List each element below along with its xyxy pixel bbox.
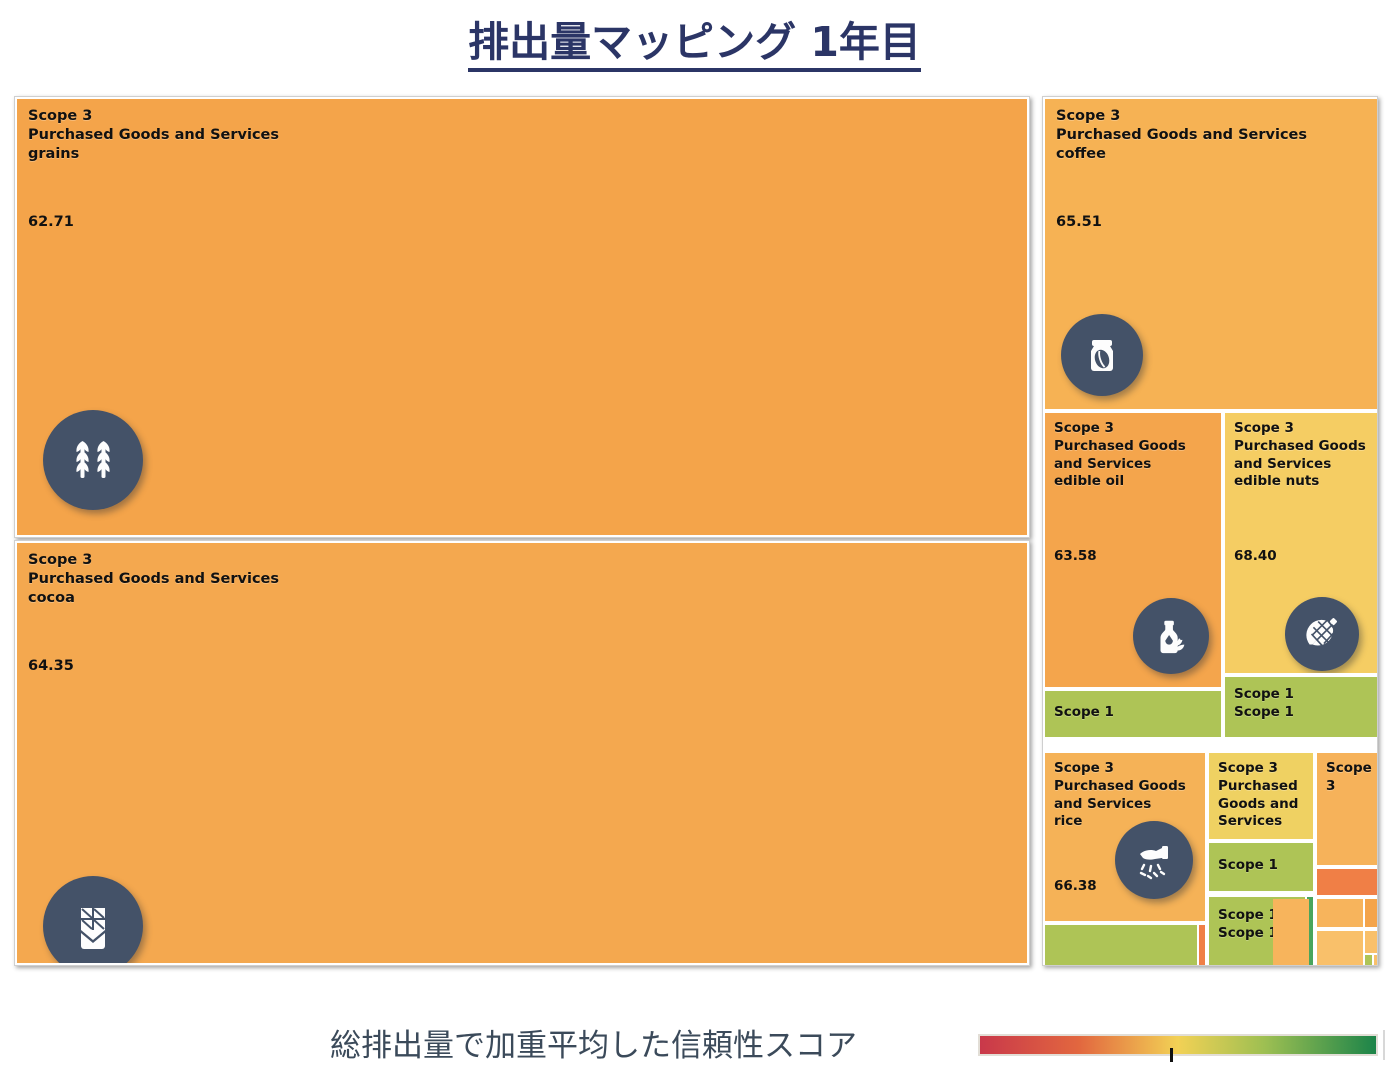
cell-label-scope1-pair: Scope 1 Scope 1 — [1218, 907, 1278, 941]
cell-label-edible-nuts: Scope 3 Purchased Goods and Services edi… — [1234, 420, 1366, 490]
treemap-left-panel: Scope 3 Purchased Goods and Services gra… — [14, 96, 1030, 538]
treemap-cell-coffee[interactable]: Scope 3 Purchased Goods and Services cof… — [1045, 99, 1377, 409]
cell-label-rice: Scope 3 Purchased Goods and Services ric… — [1054, 760, 1186, 830]
cell-label-scope1-nuts: Scope 1 Scope 1 — [1234, 686, 1294, 720]
cell-label-scope3-small: Scope 3 — [1326, 760, 1372, 794]
treemap-cell-sliver-rice[interactable] — [1199, 925, 1205, 965]
treemap-cell-scope3-small[interactable]: Scope 3 — [1317, 753, 1377, 865]
colorbar-edge — [1383, 1030, 1385, 1060]
treemap-left-panel-lower: Scope 3 Purchased Goods and Services coc… — [14, 540, 1030, 966]
treemap-cell-pgs-misc[interactable]: Scope 3 Purchased Goods and Services — [1209, 753, 1313, 839]
treemap-cell-micro-4[interactable] — [1365, 931, 1377, 953]
cell-value-grains: 62.71 — [28, 214, 74, 230]
coffee-jar-icon — [1061, 314, 1143, 396]
treemap-cell-micro-5[interactable] — [1365, 955, 1372, 965]
cell-label-scope1-oil: Scope 1 — [1054, 704, 1114, 720]
treemap-cell-edible-nuts[interactable]: Scope 3 Purchased Goods and Services edi… — [1225, 413, 1377, 673]
treemap-cell-scope1-oil[interactable]: Scope 1 — [1045, 691, 1221, 737]
treemap-cell-micro-7[interactable] — [1273, 899, 1309, 965]
legend-label: 総排出量で加重平均した信頼性スコア — [330, 1028, 857, 1064]
colorbar-gradient — [978, 1034, 1378, 1056]
treemap-cell-grains[interactable]: Scope 3 Purchased Goods and Services gra… — [17, 99, 1027, 535]
colorbar — [978, 1030, 1385, 1062]
cell-label-grains: Scope 3 Purchased Goods and Services gra… — [28, 108, 280, 163]
treemap-chart: Scope 3 Purchased Goods and Services gra… — [0, 92, 1389, 982]
wheat-icon — [43, 410, 143, 510]
treemap-cell-micro-6[interactable] — [1374, 955, 1377, 965]
treemap-cell-rice[interactable]: Scope 3 Purchased Goods and Services ric… — [1045, 753, 1205, 921]
page-title: 排出量マッピング 1年目 — [0, 8, 1389, 72]
treemap-cell-micro-1[interactable] — [1317, 899, 1363, 927]
cell-value-edible-oil: 63.58 — [1054, 548, 1097, 564]
treemap-cell-edible-oil[interactable]: Scope 3 Purchased Goods and Services edi… — [1045, 413, 1221, 687]
acorn-icon — [1285, 597, 1359, 671]
cell-value-edible-nuts: 68.40 — [1234, 548, 1277, 564]
treemap-cell-micro-3[interactable] — [1317, 931, 1363, 965]
treemap-cell-micro-2[interactable] — [1365, 899, 1377, 927]
cell-value-rice: 66.38 — [1054, 878, 1097, 894]
treemap-cell-scope1-mid[interactable]: Scope 1 — [1209, 843, 1313, 891]
treemap-cell-scope1-rice[interactable] — [1045, 925, 1197, 965]
cell-value-coffee: 65.51 — [1056, 214, 1102, 230]
oil-bottle-icon — [1133, 598, 1209, 674]
treemap-cell-scope1-nuts[interactable]: Scope 1 Scope 1 — [1225, 677, 1377, 737]
chocolate-bar-icon — [43, 876, 143, 963]
cell-value-cocoa: 64.35 — [28, 658, 74, 674]
cell-label-cocoa: Scope 3 Purchased Goods and Services coc… — [28, 552, 280, 607]
cell-label-pgs-misc: Scope 3 Purchased Goods and Services — [1218, 760, 1299, 830]
page-title-text: 排出量マッピング 1年目 — [468, 18, 921, 72]
cell-label-coffee: Scope 3 Purchased Goods and Services cof… — [1056, 108, 1308, 163]
cell-label-scope1-mid: Scope 1 — [1218, 857, 1278, 873]
treemap-cell-orange-small[interactable] — [1317, 869, 1377, 895]
cell-label-edible-oil: Scope 3 Purchased Goods and Services edi… — [1054, 420, 1186, 490]
treemap-cell-cocoa[interactable]: Scope 3 Purchased Goods and Services coc… — [17, 543, 1027, 963]
sowing-hand-icon — [1115, 821, 1193, 899]
colorbar-marker — [1170, 1048, 1173, 1062]
treemap-right-panel: Scope 3 Purchased Goods and Services cof… — [1042, 96, 1378, 966]
